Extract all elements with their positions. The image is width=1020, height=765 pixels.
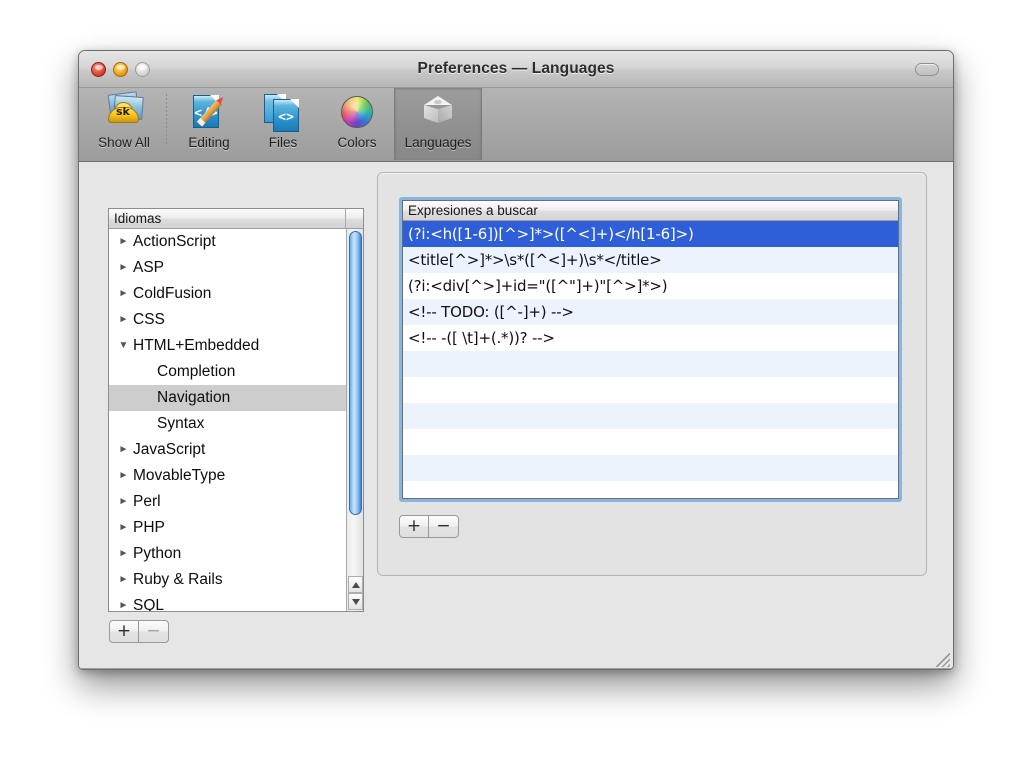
outline-row[interactable]: ► ASP: [109, 255, 346, 281]
outline-row[interactable]: ► SQL: [109, 593, 346, 611]
outline-row[interactable]: ► MovableType: [109, 463, 346, 489]
disclosure-triangle-closed-icon[interactable]: ►: [115, 575, 132, 585]
colors-icon: [335, 91, 379, 133]
outline-row-label: JavaScript: [133, 441, 206, 458]
toolbar-separator: [166, 94, 167, 146]
toolbar-item-label: Show All: [98, 135, 150, 150]
disclosure-triangle-closed-icon[interactable]: ►: [115, 315, 132, 325]
outline-row-label: Syntax: [157, 415, 205, 432]
language-add-remove-buttons: + −: [109, 620, 169, 643]
outline-row[interactable]: ► Python: [109, 541, 346, 567]
toolbar-item-label: Colors: [337, 135, 377, 150]
outline-header: Idiomas: [109, 209, 363, 229]
outline-rows: ► ActionScript ► ASP ► ColdFusion ► CSS ▼ HTML+Em…: [109, 229, 346, 611]
outline-row[interactable]: Completion: [109, 359, 346, 385]
disclosure-triangle-closed-icon[interactable]: ►: [115, 445, 132, 455]
outline-header-corner: [345, 209, 363, 228]
add-expression-button[interactable]: +: [399, 515, 429, 538]
expression-row[interactable]: <!-- -([ \t]+(.*))? -->: [403, 325, 898, 351]
preferences-content: Idiomas ► ActionScript ► ASP ► ColdFusion ► CSS…: [79, 162, 953, 669]
outline-row-label: HTML+Embedded: [133, 337, 260, 354]
outline-row-label: ColdFusion: [133, 285, 212, 302]
toolbar-item-label: Languages: [404, 135, 472, 150]
expression-row[interactable]: [403, 481, 898, 498]
scroll-down-arrow-icon[interactable]: [348, 593, 363, 610]
preferences-window: Preferences — Languages sk Show All </> …: [78, 50, 954, 670]
expression-row[interactable]: (?i:<h([1-6])[^>]*>([^<]+)</h[1-6]>): [403, 221, 898, 247]
outline-row-label: ASP: [133, 259, 165, 276]
disclosure-triangle-closed-icon[interactable]: ►: [115, 549, 132, 559]
outline-row-label: ActionScript: [133, 233, 216, 250]
disclosure-triangle-closed-icon[interactable]: ►: [115, 263, 132, 273]
add-language-button[interactable]: +: [109, 620, 139, 643]
expressions-table-focus-ring: Expresiones a buscar (?i:<h([1-6])[^>]*>…: [399, 197, 902, 502]
toolbar-item-label: Files: [268, 135, 298, 150]
expression-row[interactable]: [403, 377, 898, 403]
outline-row-label: Ruby & Rails: [133, 571, 223, 588]
expression-row[interactable]: [403, 403, 898, 429]
expression-row[interactable]: (?i:<div[^>]+id="([^"]+)"[^>]*>): [403, 273, 898, 299]
scroll-up-arrow-icon[interactable]: [348, 576, 363, 593]
toolbar-item-show-all[interactable]: sk Show All: [87, 88, 161, 160]
outline-row-label: PHP: [133, 519, 165, 536]
toolbar-item-editing[interactable]: </> Editing: [172, 88, 246, 160]
toolbar-toggle-button[interactable]: [915, 63, 939, 76]
disclosure-triangle-open-icon[interactable]: ▼: [115, 341, 132, 351]
disclosure-triangle-closed-icon[interactable]: ►: [115, 497, 132, 507]
outline-row-label: CSS: [133, 311, 165, 328]
show-all-icon: sk: [102, 91, 146, 133]
outline-row-label: SQL: [133, 597, 165, 611]
window-title: Preferences — Languages: [417, 60, 615, 77]
remove-language-button[interactable]: −: [139, 620, 169, 643]
files-icon: <>: [261, 91, 305, 133]
outline-row[interactable]: ► CSS: [109, 307, 346, 333]
languages-icon: [416, 91, 460, 133]
resize-grip-icon[interactable]: [936, 653, 950, 667]
outline-row[interactable]: Syntax: [109, 411, 346, 437]
expressions-group-box: Expresiones a buscar (?i:<h([1-6])[^>]*>…: [377, 172, 927, 576]
expressions-table-header: Expresiones a buscar: [403, 201, 898, 221]
outline-row-label: Python: [133, 545, 182, 562]
disclosure-triangle-closed-icon[interactable]: ►: [115, 601, 132, 611]
outline-row-label: Navigation: [157, 389, 231, 406]
expressions-table-body: (?i:<h([1-6])[^>]*>([^<]+)</h[1-6]>) <tit…: [403, 221, 898, 498]
preferences-toolbar: sk Show All </> Editing <> Files Colors: [79, 88, 953, 162]
outline-scrollbar[interactable]: [346, 229, 363, 611]
disclosure-triangle-closed-icon[interactable]: ►: [115, 471, 132, 481]
expression-row[interactable]: [403, 429, 898, 455]
window-titlebar: Preferences — Languages: [79, 51, 953, 88]
outline-row[interactable]: ► Ruby & Rails: [109, 567, 346, 593]
toolbar-item-languages[interactable]: Languages: [394, 88, 482, 160]
outline-row[interactable]: Navigation: [109, 385, 346, 411]
toolbar-item-label: Editing: [188, 135, 230, 150]
outline-row[interactable]: ► Perl: [109, 489, 346, 515]
window-bottom-edge: [79, 668, 953, 669]
remove-expression-button[interactable]: −: [429, 515, 459, 538]
outline-row-label: Perl: [133, 493, 161, 510]
outline-row[interactable]: ► JavaScript: [109, 437, 346, 463]
outline-header-label: Idiomas: [114, 211, 162, 226]
expression-row[interactable]: [403, 455, 898, 481]
expression-row[interactable]: <title[^>]*>\s*([^<]+)\s*</title>: [403, 247, 898, 273]
expression-add-remove-buttons: + −: [399, 515, 459, 538]
outline-row[interactable]: ► ColdFusion: [109, 281, 346, 307]
toolbar-item-files[interactable]: <> Files: [246, 88, 320, 160]
outline-row[interactable]: ▼ HTML+Embedded: [109, 333, 346, 359]
toolbar-item-colors[interactable]: Colors: [320, 88, 394, 160]
outline-body: ► ActionScript ► ASP ► ColdFusion ► CSS ▼ HTML+Em…: [109, 229, 363, 611]
disclosure-triangle-closed-icon[interactable]: ►: [115, 237, 132, 247]
outline-row[interactable]: ► ActionScript: [109, 229, 346, 255]
editing-icon: </>: [187, 91, 231, 133]
expressions-table: Expresiones a buscar (?i:<h([1-6])[^>]*>…: [402, 200, 899, 499]
expression-row[interactable]: [403, 351, 898, 377]
outline-row[interactable]: ► PHP: [109, 515, 346, 541]
scrollbar-thumb[interactable]: [349, 231, 362, 515]
disclosure-triangle-closed-icon[interactable]: ►: [115, 523, 132, 533]
expression-row[interactable]: <!-- TODO: ([^-]+) -->: [403, 299, 898, 325]
disclosure-triangle-closed-icon[interactable]: ►: [115, 289, 132, 299]
outline-row-label: Completion: [157, 363, 236, 380]
outline-row-label: MovableType: [133, 467, 226, 484]
languages-outline: Idiomas ► ActionScript ► ASP ► ColdFusion ► CSS…: [108, 208, 364, 612]
